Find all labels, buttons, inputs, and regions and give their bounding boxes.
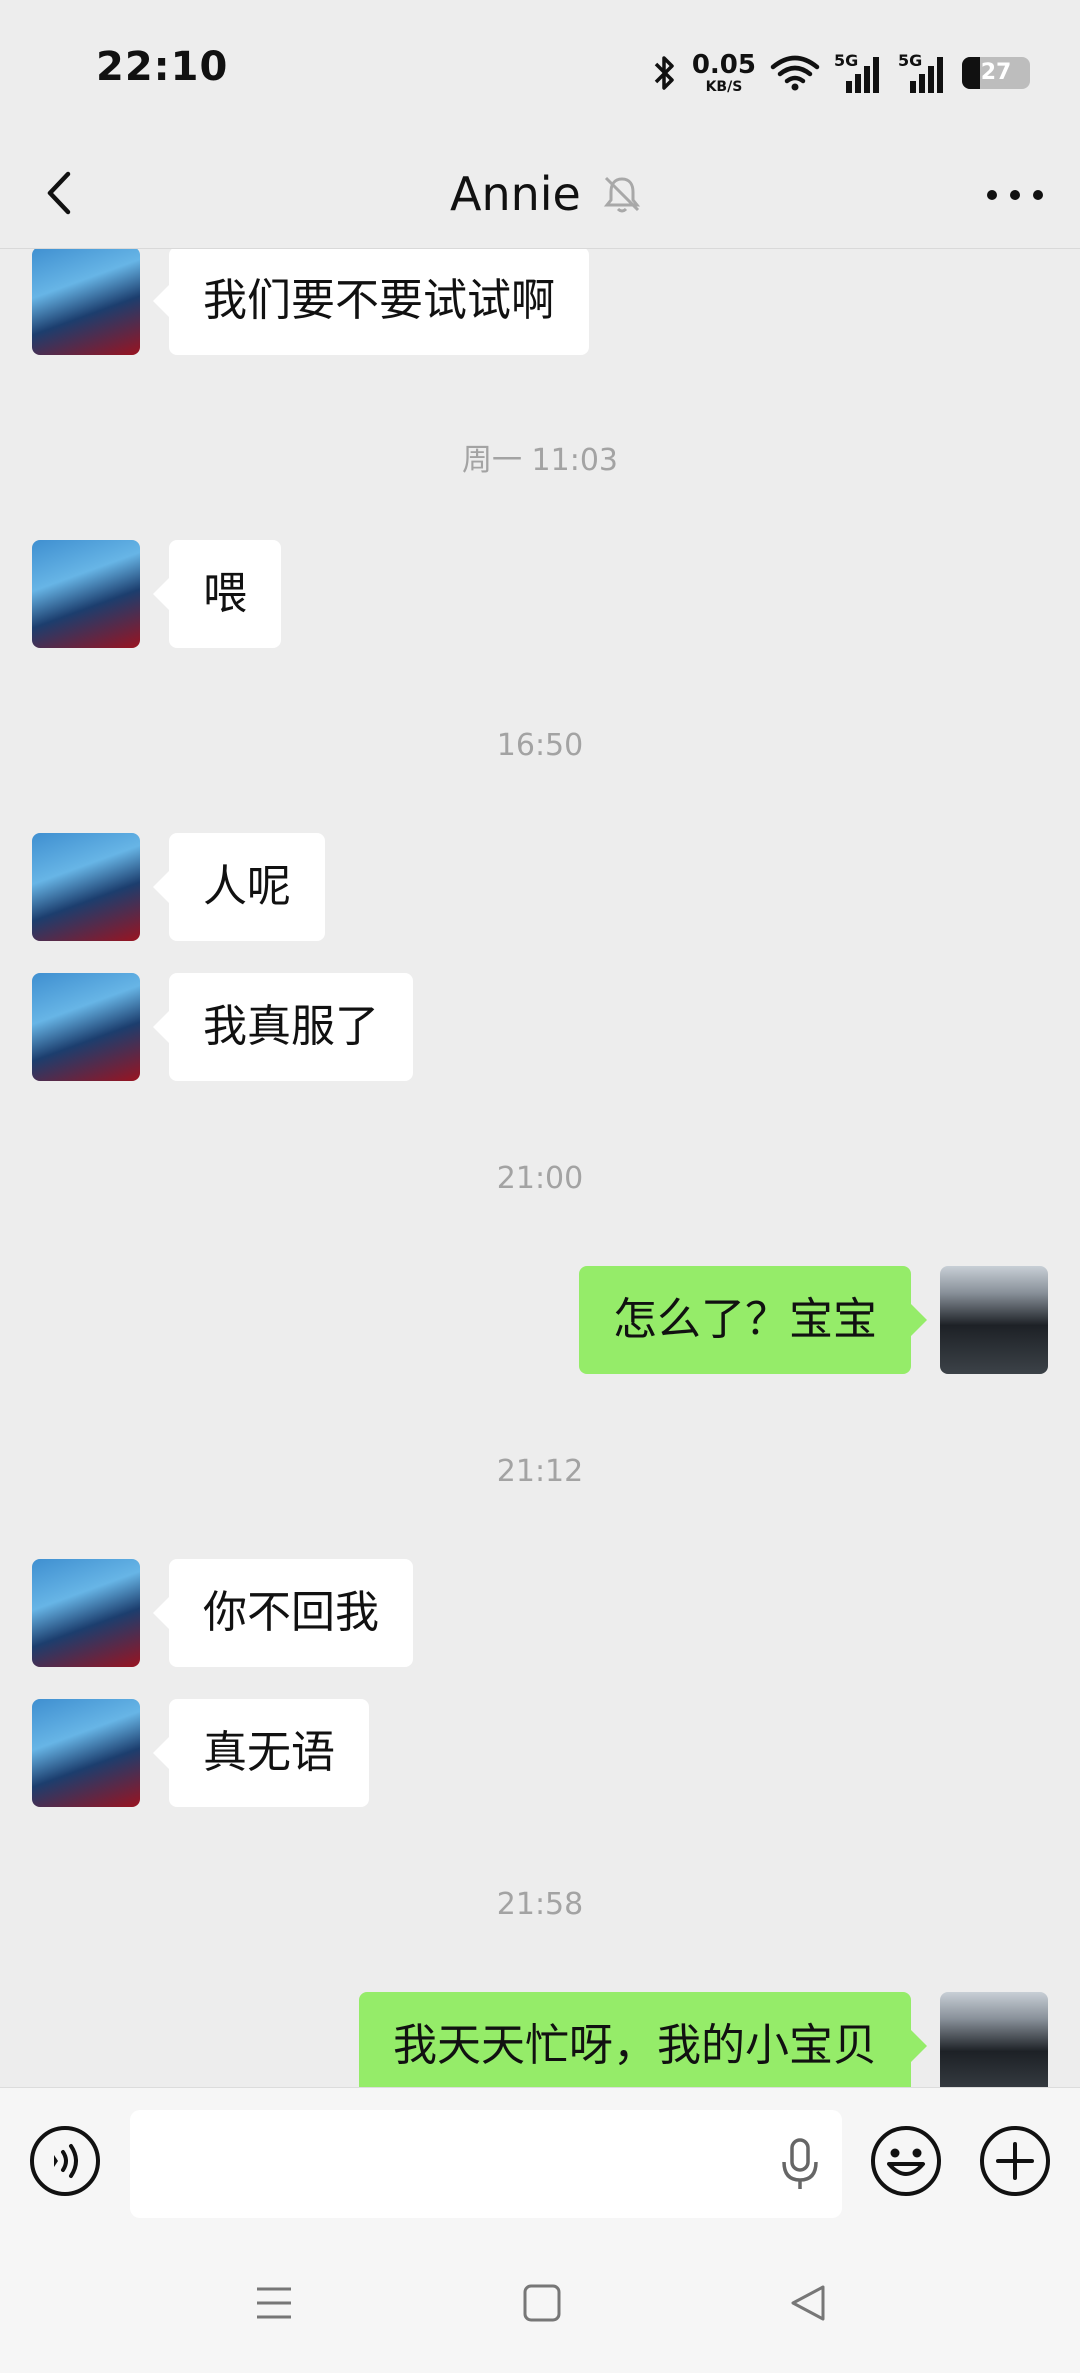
menu-icon[interactable] bbox=[252, 2281, 296, 2325]
chat-title[interactable]: Annie bbox=[450, 167, 581, 221]
my-avatar[interactable] bbox=[940, 1992, 1048, 2087]
message-row-received: 喂 bbox=[0, 540, 1080, 648]
signal-1-icon: 5G bbox=[834, 51, 884, 95]
contact-avatar[interactable] bbox=[32, 833, 140, 941]
message-bubble-sent[interactable]: 怎么了？宝宝 bbox=[579, 1266, 927, 1374]
network-speed-unit: KB/S bbox=[705, 79, 743, 95]
message-row-received: 人呢 bbox=[0, 833, 1080, 941]
wifi-icon bbox=[770, 55, 820, 91]
time-stamp: 21:12 bbox=[496, 1454, 584, 1489]
my-avatar[interactable] bbox=[940, 1266, 1048, 1374]
bluetooth-icon bbox=[654, 56, 674, 90]
nav-back-icon[interactable] bbox=[786, 2281, 830, 2325]
plus-icon[interactable] bbox=[978, 2124, 1052, 2198]
bell-muted-icon bbox=[603, 176, 640, 213]
message-row-received: 真无语 bbox=[0, 1699, 1080, 1807]
message-row-received: 我们要不要试试啊 bbox=[0, 249, 1080, 355]
network-speed-value: 0.05 bbox=[691, 50, 756, 80]
back-arrow-icon[interactable] bbox=[36, 168, 86, 218]
network-speed: 0.05 KB/S bbox=[692, 52, 756, 94]
voice-mode-icon[interactable] bbox=[28, 2124, 102, 2198]
message-row-sent: 怎么了？宝宝 bbox=[0, 1266, 1080, 1374]
contact-avatar[interactable] bbox=[32, 1699, 140, 1807]
message-bubble-received[interactable]: 人呢 bbox=[153, 833, 325, 941]
status-icons: 0.05 KB/S 5G 5G 27 bbox=[650, 48, 1030, 98]
input-bar bbox=[0, 2087, 1080, 2234]
message-bubble-received[interactable]: 喂 bbox=[153, 540, 281, 648]
status-bar: 22:10 0.05 KB/S 5G 5G 27 bbox=[0, 0, 1080, 140]
battery-icon: 27 bbox=[962, 57, 1030, 89]
message-row-received: 我真服了 bbox=[0, 973, 1080, 1081]
message-row-sent: 我天天忙呀，我的小宝贝 bbox=[0, 1992, 1080, 2087]
chat-header: Annie bbox=[0, 140, 1080, 249]
message-bubble-received[interactable]: 我们要不要试试啊 bbox=[153, 249, 589, 355]
battery-level: 27 bbox=[980, 60, 1012, 85]
time-stamp: 16:50 bbox=[496, 728, 584, 763]
status-time: 22:10 bbox=[96, 44, 229, 90]
contact-avatar[interactable] bbox=[32, 249, 140, 355]
title-group: Annie bbox=[450, 140, 641, 248]
time-stamp: 21:00 bbox=[496, 1161, 584, 1196]
message-bubble-received[interactable]: 我真服了 bbox=[153, 973, 413, 1081]
contact-avatar[interactable] bbox=[32, 540, 140, 648]
message-input[interactable] bbox=[130, 2110, 842, 2218]
more-dots-icon[interactable] bbox=[980, 170, 1050, 220]
message-bubble-received[interactable]: 真无语 bbox=[153, 1699, 369, 1807]
message-bubble-sent[interactable]: 我天天忙呀，我的小宝贝 bbox=[359, 1992, 927, 2087]
emoji-icon[interactable] bbox=[869, 2124, 943, 2198]
system-nav-bar bbox=[0, 2233, 1080, 2373]
contact-avatar[interactable] bbox=[32, 973, 140, 1081]
time-stamp: 周一 11:03 bbox=[462, 443, 618, 478]
contact-avatar[interactable] bbox=[32, 1559, 140, 1667]
message-bubble-received[interactable]: 你不回我 bbox=[153, 1559, 413, 1667]
home-icon[interactable] bbox=[520, 2281, 564, 2325]
signal-2-icon: 5G bbox=[898, 51, 948, 95]
time-stamp: 21:58 bbox=[496, 1887, 584, 1922]
microphone-icon[interactable] bbox=[780, 2136, 820, 2192]
message-row-received: 你不回我 bbox=[0, 1559, 1080, 1667]
chat-message-list[interactable]: 我们要不要试试啊 周一 11:03 喂 16:50 人呢 我真服了 21:00 … bbox=[0, 249, 1080, 2087]
